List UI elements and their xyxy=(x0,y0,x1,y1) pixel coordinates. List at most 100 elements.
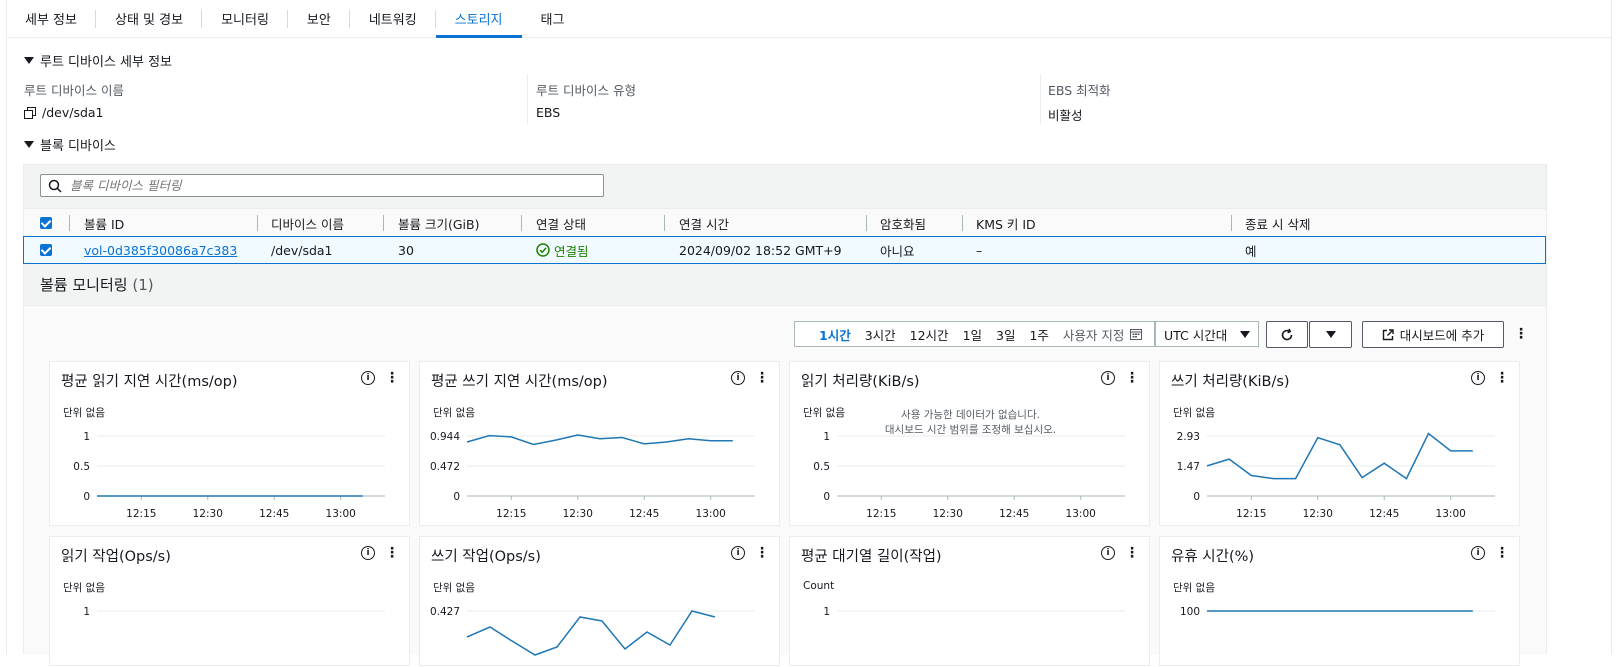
chart-card-queue-length: 1 평균 대기열 길이(작업) i ⋮ Count xyxy=(789,536,1150,666)
chart-title: 평균 읽기 지연 시간(ms/op) xyxy=(61,374,238,390)
caret-down-icon xyxy=(1240,330,1250,338)
refresh-button[interactable] xyxy=(1266,321,1308,348)
col-delete-on-termination[interactable]: 종료 시 삭제 xyxy=(1245,209,1310,237)
info-icon[interactable]: i xyxy=(1471,546,1485,560)
tab-status-alarms[interactable]: 상태 및 경보 xyxy=(96,0,203,37)
copy-icon[interactable] xyxy=(24,106,36,119)
x-tick-label: 13:00 xyxy=(1436,508,1466,520)
table-row[interactable]: vol-0d385f30086a7c383 /dev/sda1 30 연결됨 2… xyxy=(23,236,1546,264)
column-resizer[interactable] xyxy=(664,215,665,231)
timezone-select[interactable]: UTC 시간대 xyxy=(1155,321,1259,347)
y-tick-label: 1 xyxy=(83,606,90,618)
column-resizer[interactable] xyxy=(521,215,522,231)
range-12h[interactable]: 12시간 xyxy=(910,325,949,344)
refresh-icon xyxy=(1281,328,1293,340)
more-options-icon[interactable]: ⋮ xyxy=(1514,327,1528,341)
series-line xyxy=(466,610,716,656)
column-resizer[interactable] xyxy=(962,215,963,231)
info-icon[interactable]: i xyxy=(361,371,375,385)
column-resizer[interactable] xyxy=(866,215,867,231)
range-3h[interactable]: 3시간 xyxy=(865,325,896,344)
col-device-name[interactable]: 디바이스 이름 xyxy=(271,209,344,237)
chart-title: 읽기 작업(Ops/s) xyxy=(61,549,171,565)
y-tick-label: 0 xyxy=(1193,491,1200,503)
block-devices-section-toggle[interactable]: 블록 디바이스 xyxy=(24,135,116,154)
root-device-type-value: EBS xyxy=(536,105,561,120)
refresh-options-button[interactable] xyxy=(1309,321,1352,348)
chart-card-write-ops: 0.427 쓰기 작업(Ops/s) i ⋮ 단위 없음 xyxy=(419,536,780,666)
y-tick-label: 0 xyxy=(83,491,90,503)
section-title: 루트 디바이스 세부 정보 xyxy=(40,55,172,70)
y-tick-label: 1.47 xyxy=(1177,461,1200,473)
tab-tags[interactable]: 태그 xyxy=(522,0,584,37)
info-icon[interactable]: i xyxy=(1101,371,1115,385)
chart-unit: 단위 없음 xyxy=(433,407,475,419)
filter-input[interactable] xyxy=(68,177,592,194)
y-tick-label: 0 xyxy=(453,491,460,503)
tab-security[interactable]: 보안 xyxy=(288,0,350,37)
column-resizer[interactable] xyxy=(257,215,258,231)
column-resizer[interactable] xyxy=(69,215,70,231)
chart-menu-icon[interactable]: ⋮ xyxy=(385,546,399,560)
chart-title: 쓰기 처리량(KiB/s) xyxy=(1171,374,1290,390)
chart-unit: 단위 없음 xyxy=(1173,582,1215,594)
tab-monitoring[interactable]: 모니터링 xyxy=(202,0,288,37)
chart-title: 읽기 처리량(KiB/s) xyxy=(801,374,920,390)
col-attach-status[interactable]: 연결 상태 xyxy=(536,209,586,237)
block-device-filter[interactable] xyxy=(40,174,604,197)
col-volume-id[interactable]: 볼륨 ID xyxy=(84,209,124,237)
col-kms-key[interactable]: KMS 키 ID xyxy=(976,209,1036,237)
col-attach-time[interactable]: 연결 시간 xyxy=(679,209,729,237)
x-tick-label: 12:15 xyxy=(1236,508,1266,520)
x-tick-label: 13:00 xyxy=(1066,508,1096,520)
column-resizer[interactable] xyxy=(383,215,384,231)
chart-unit: Count xyxy=(803,580,835,592)
tab-networking[interactable]: 네트워킹 xyxy=(350,0,436,37)
volume-size-cell: 30 xyxy=(398,242,414,258)
range-1h[interactable]: 1시간 xyxy=(819,325,851,344)
tab-details[interactable]: 세부 정보 xyxy=(6,0,96,37)
attach-time-cell: 2024/09/02 18:52 GMT+9 xyxy=(679,242,842,258)
info-icon[interactable]: i xyxy=(361,546,375,560)
chart-menu-icon[interactable]: ⋮ xyxy=(1125,371,1139,385)
range-3d[interactable]: 3일 xyxy=(996,325,1015,344)
encrypted-cell: 아니요 xyxy=(880,243,915,259)
tab-storage[interactable]: 스토리지 xyxy=(435,0,522,38)
range-1w[interactable]: 1주 xyxy=(1029,325,1048,344)
caret-down-icon xyxy=(1325,331,1336,338)
chart-menu-icon[interactable]: ⋮ xyxy=(755,371,769,385)
chart-menu-icon[interactable]: ⋮ xyxy=(385,371,399,385)
success-check-icon xyxy=(536,243,550,257)
monitoring-count: (1) xyxy=(132,276,154,294)
search-icon xyxy=(48,179,62,193)
row-checkbox[interactable] xyxy=(40,237,52,263)
monitoring-title-text: 볼륨 모니터링 xyxy=(40,276,128,294)
calendar-icon[interactable] xyxy=(1130,328,1143,340)
add-to-dashboard-button[interactable]: 대시보드에 추가 xyxy=(1362,321,1504,348)
caret-down-icon xyxy=(24,57,34,64)
chart-card-read-ops: 1 읽기 작업(Ops/s) i ⋮ 단위 없음 xyxy=(49,536,410,666)
tab-bar: 세부 정보 상태 및 경보 모니터링 보안 네트워킹 스토리지 태그 xyxy=(6,0,1612,38)
no-data-line-1: 사용 가능한 데이터가 없습니다. xyxy=(901,409,1040,421)
ebs-optimized-label: EBS 최적화 xyxy=(1048,83,1111,98)
chart-menu-icon[interactable]: ⋮ xyxy=(1495,371,1509,385)
root-device-section-toggle[interactable]: 루트 디바이스 세부 정보 xyxy=(24,51,172,70)
tab-label: 상태 및 경보 xyxy=(114,13,184,28)
info-icon[interactable]: i xyxy=(1471,371,1485,385)
info-icon[interactable]: i xyxy=(731,371,745,385)
info-icon[interactable]: i xyxy=(731,546,745,560)
range-1d[interactable]: 1일 xyxy=(963,325,982,344)
select-all-checkbox[interactable] xyxy=(40,209,52,237)
col-volume-size[interactable]: 볼륨 크기(GiB) xyxy=(398,209,479,237)
info-icon[interactable]: i xyxy=(1101,546,1115,560)
chart-menu-icon[interactable]: ⋮ xyxy=(1495,546,1509,560)
volume-id-link[interactable]: vol-0d385f30086a7c383 xyxy=(84,243,237,258)
chart-menu-icon[interactable]: ⋮ xyxy=(755,546,769,560)
add-to-dashboard-label: 대시보드에 추가 xyxy=(1399,328,1485,343)
range-custom[interactable]: 사용자 지정 xyxy=(1063,325,1124,344)
y-tick-label: 0 xyxy=(823,491,830,503)
column-resizer[interactable] xyxy=(1231,215,1232,231)
chart-title: 평균 대기열 길이(작업) xyxy=(801,549,942,565)
chart-menu-icon[interactable]: ⋮ xyxy=(1125,546,1139,560)
col-encrypted[interactable]: 암호화됨 xyxy=(880,209,926,237)
